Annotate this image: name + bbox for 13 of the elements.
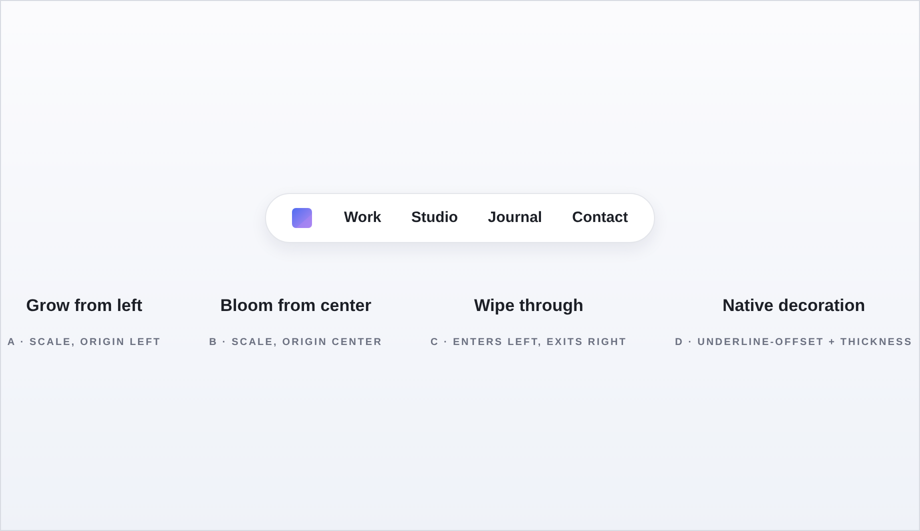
demo-title: Grow from left	[26, 295, 142, 317]
demo-title: Native decoration	[722, 295, 866, 317]
nav-link[interactable]: Studio	[411, 206, 458, 230]
nav-link[interactable]: Work	[344, 206, 382, 230]
demo-caption: C · ENTERS LEFT, EXITS RIGHT	[430, 336, 627, 350]
demo-caption: B · SCALE, ORIGIN CENTER	[209, 336, 383, 350]
demo-title: Wipe through	[474, 295, 584, 317]
logo-icon[interactable]	[292, 208, 312, 228]
nav-link[interactable]: Contact	[572, 206, 628, 230]
nav-link[interactable]: Journal	[488, 206, 542, 230]
demo-caption: A · SCALE, ORIGIN LEFT	[7, 336, 162, 350]
demo-title: Bloom from center	[220, 295, 372, 317]
demo-caption: D · UNDERLINE-OFFSET + THICKNESS	[675, 336, 913, 350]
